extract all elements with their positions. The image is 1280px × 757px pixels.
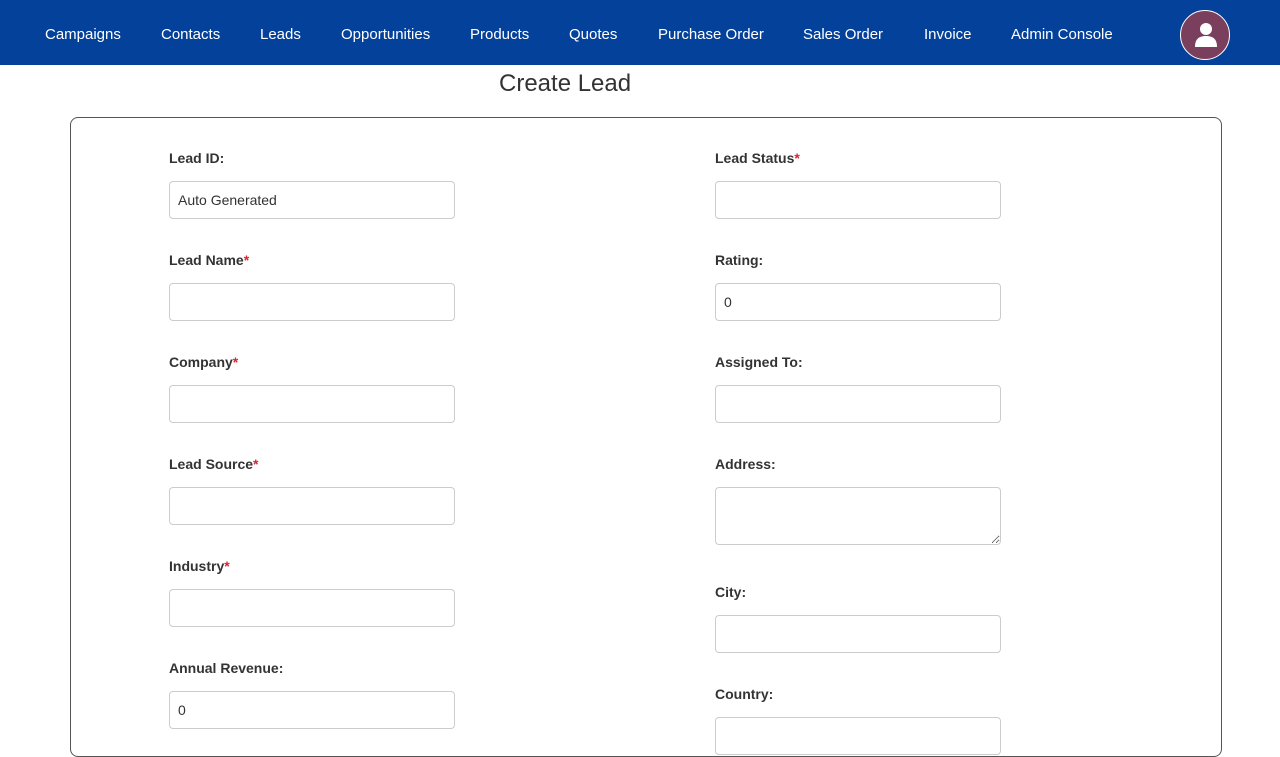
lead-source-label: Lead Source*	[169, 456, 259, 472]
page-title: Create Lead	[499, 70, 632, 97]
assigned-to-label: Assigned To:	[715, 354, 803, 370]
lead-source-input[interactable]	[169, 487, 455, 525]
nav-item-quotes[interactable]: Quotes	[569, 26, 617, 44]
address-label: Address:	[715, 456, 776, 472]
lead-status-label: Lead Status*	[715, 150, 800, 166]
user-avatar-button[interactable]	[1180, 10, 1230, 60]
lead-id-label: Lead ID:	[169, 150, 225, 166]
nav-item-contacts[interactable]: Contacts	[161, 26, 220, 44]
industry-label: Industry*	[169, 558, 230, 574]
nav-item-leads[interactable]: Leads	[260, 26, 301, 44]
create-lead-form: Lead ID: Lead Name* Company* Lead Source…	[70, 117, 1222, 757]
required-marker: *	[224, 558, 230, 574]
required-marker: *	[253, 456, 259, 472]
required-marker: *	[232, 354, 239, 370]
company-label: Company*	[169, 354, 239, 370]
assigned-to-input[interactable]	[715, 385, 1001, 423]
rating-input[interactable]	[715, 283, 1001, 321]
top-navbar: Campaigns Contacts Leads Opportunities P…	[0, 0, 1280, 65]
country-input[interactable]	[715, 717, 1001, 755]
lead-id-input[interactable]	[169, 181, 455, 219]
nav-item-products[interactable]: Products	[470, 26, 529, 44]
lead-name-input[interactable]	[169, 283, 455, 321]
user-icon	[1195, 23, 1217, 47]
rating-label: Rating:	[715, 252, 764, 268]
country-label: Country:	[715, 686, 774, 702]
nav-item-admin-console[interactable]: Admin Console	[1011, 26, 1113, 44]
company-input[interactable]	[169, 385, 455, 423]
nav-item-invoice[interactable]: Invoice	[924, 26, 972, 44]
lead-name-label: Lead Name*	[169, 252, 250, 268]
lead-status-input[interactable]	[715, 181, 1001, 219]
annual-revenue-label: Annual Revenue:	[169, 660, 284, 676]
industry-input[interactable]	[169, 589, 455, 627]
annual-revenue-input[interactable]	[169, 691, 455, 729]
nav-item-sales-order[interactable]: Sales Order	[803, 26, 883, 44]
nav-item-campaigns[interactable]: Campaigns	[45, 26, 121, 44]
nav-item-opportunities[interactable]: Opportunities	[341, 26, 430, 44]
nav-item-purchase-order[interactable]: Purchase Order	[658, 26, 764, 44]
required-marker: *	[794, 150, 800, 166]
city-input[interactable]	[715, 615, 1001, 653]
required-marker: *	[243, 252, 250, 268]
city-label: City:	[715, 584, 747, 600]
address-textarea[interactable]	[715, 487, 1001, 545]
